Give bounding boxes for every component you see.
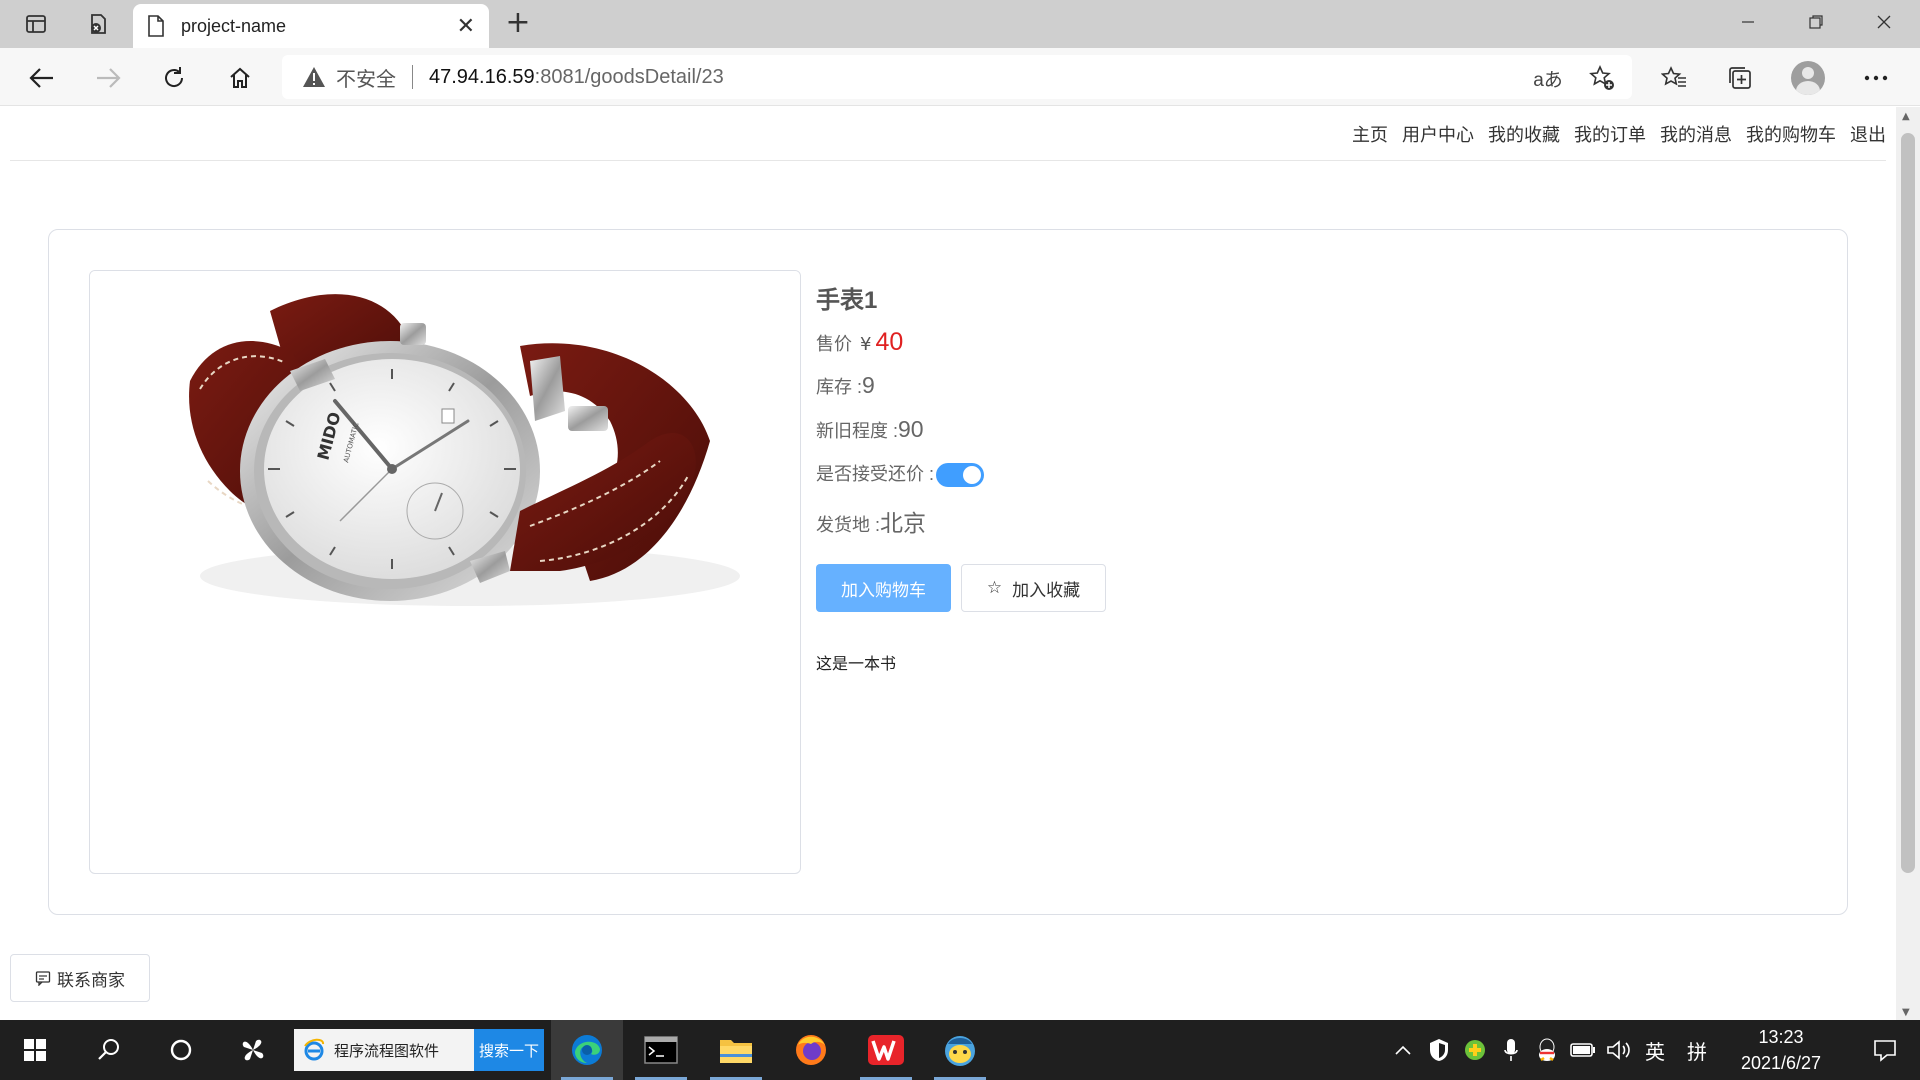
restore-button[interactable] [1782, 0, 1850, 44]
back-arrow-icon[interactable] [24, 60, 60, 96]
page-icon [148, 15, 164, 37]
forward-arrow-icon [90, 60, 126, 96]
add-to-favorites-label: 加入收藏 [1012, 580, 1081, 600]
taskbar-search-field[interactable]: 程序流程图软件 [294, 1029, 474, 1071]
product-image-watch: MIDO AUTOMATIC [90, 271, 800, 611]
pinwheel-app-icon[interactable] [218, 1020, 288, 1080]
stock-value: 9 [862, 372, 875, 398]
taskbar-search-button[interactable]: 搜索一下 [474, 1029, 544, 1071]
profile-avatar[interactable] [1790, 60, 1826, 96]
star-icon: ☆ [986, 578, 1003, 597]
clock-time: 13:23 [1758, 1027, 1804, 1047]
tab-title: project-name [181, 15, 287, 36]
product-title: 手表1 [816, 287, 878, 314]
origin-value: 北京 [880, 510, 927, 536]
action-buttons: 加入购物车 ☆ 加入收藏 [816, 564, 1516, 612]
bargain-row: 是否接受还价 : [816, 460, 1516, 490]
nav-home[interactable]: 主页 [1352, 121, 1388, 147]
scroll-down-icon[interactable]: ▼ [1902, 1007, 1910, 1018]
tab-actions-icon[interactable] [18, 8, 54, 40]
read-aloud-icon[interactable]: aあ [1530, 60, 1566, 96]
notification-center-icon[interactable] [1850, 1020, 1920, 1080]
security-shield-icon[interactable] [1424, 1020, 1454, 1080]
nav-logout[interactable]: 退出 [1850, 121, 1886, 147]
insecure-label[interactable]: 不安全 [336, 63, 396, 92]
bargain-toggle[interactable] [936, 463, 985, 487]
message-icon [35, 970, 51, 986]
add-favorite-icon[interactable] [1584, 60, 1620, 96]
scroll-up-icon[interactable]: ▲ [1902, 111, 1910, 122]
new-tab-button[interactable]: + [500, 6, 536, 42]
cortana-icon[interactable] [146, 1020, 216, 1080]
battery-icon[interactable] [1568, 1020, 1598, 1080]
taskbar-clock[interactable]: 13:23 2021/6/27 [1716, 1020, 1846, 1080]
tab-project-name[interactable]: project-name ✕ [133, 4, 489, 48]
nav-my-messages[interactable]: 我的消息 [1660, 121, 1732, 147]
taskbar-search-text: 程序流程图软件 [334, 1042, 440, 1060]
home-icon[interactable] [222, 60, 258, 96]
product-detail-card: MIDO AUTOMATIC 手表1 售价 ¥ 40 库存 : 9 新旧程度 :… [48, 229, 1848, 915]
stock-row: 库存 : 9 [816, 372, 1516, 402]
url-path: :8081/goodsDetail/23 [534, 65, 724, 88]
url-separator [412, 65, 413, 89]
contact-seller-button[interactable]: 联系商家 [10, 954, 150, 1002]
price-label: 售价 [816, 334, 852, 354]
minimize-button[interactable] [1714, 0, 1782, 44]
ime-language-indicator[interactable]: 英 [1638, 1020, 1672, 1080]
volume-icon[interactable] [1604, 1020, 1634, 1080]
ime-mode-indicator[interactable]: 拼 [1680, 1020, 1714, 1080]
collections-icon[interactable] [1722, 60, 1758, 96]
cartoon-app-icon[interactable] [924, 1020, 996, 1080]
clock-date: 2021/6/27 [1740, 1053, 1822, 1073]
origin-label: 发货地 : [816, 515, 881, 535]
firefox-icon[interactable] [775, 1020, 847, 1080]
windows-taskbar: 程序流程图软件 搜索一下 英 拼 13:23 2021/6/27 [0, 1020, 1920, 1080]
price-row: 售价 ¥ 40 [816, 328, 1516, 358]
add-to-cart-button[interactable]: 加入购物车 [816, 564, 951, 612]
bargain-label: 是否接受还价 : [816, 464, 935, 484]
file-explorer-icon[interactable] [700, 1020, 772, 1080]
origin-row: 发货地 : 北京 [816, 504, 1516, 536]
terminal-icon[interactable] [625, 1020, 697, 1080]
stock-label: 库存 : [816, 377, 863, 397]
refresh-icon[interactable] [156, 60, 192, 96]
more-options-icon[interactable] [1858, 60, 1894, 96]
address-bar-row: 不安全 47.94.16.59:8081/goodsDetail/23 aあ [0, 48, 1920, 106]
microphone-icon[interactable] [1496, 1020, 1526, 1080]
product-description: 这是一本书 [816, 656, 897, 673]
green-plus-tray-icon[interactable] [1460, 1020, 1490, 1080]
condition-label: 新旧程度 : [816, 421, 899, 441]
product-image-frame: MIDO AUTOMATIC [89, 270, 801, 874]
page-scrollbar[interactable]: ▲ ▼ [1896, 107, 1920, 1020]
scrollbar-thumb[interactable] [1901, 133, 1915, 873]
edge-browser-icon[interactable] [551, 1020, 623, 1080]
product-info: 手表1 售价 ¥ 40 库存 : 9 新旧程度 : 90 是否接受还价 : 发货… [816, 280, 1516, 674]
condition-value: 90 [898, 416, 924, 442]
show-hidden-icons-chevron-icon[interactable] [1390, 1020, 1416, 1080]
start-windows-icon[interactable] [0, 1020, 70, 1080]
wps-office-icon[interactable] [850, 1020, 922, 1080]
currency-symbol: ¥ [860, 334, 872, 355]
favorites-icon[interactable] [1656, 60, 1692, 96]
search-icon[interactable] [74, 1020, 144, 1080]
ie-icon [304, 1038, 324, 1061]
price-value: 40 [875, 328, 904, 356]
nav-my-cart[interactable]: 我的购物车 [1746, 121, 1836, 147]
condition-row: 新旧程度 : 90 [816, 416, 1516, 446]
url-field[interactable]: 不安全 47.94.16.59:8081/goodsDetail/23 [282, 55, 1632, 99]
browser-tab-bar: project-name ✕ + [0, 0, 1920, 48]
close-tab-icon[interactable]: ✕ [457, 14, 475, 39]
url-host: 47.94.16.59 [429, 65, 535, 88]
tracking-prevention-icon[interactable] [80, 8, 116, 40]
warning-icon[interactable] [302, 66, 326, 88]
nav-user-center[interactable]: 用户中心 [1402, 121, 1474, 147]
nav-my-favorites[interactable]: 我的收藏 [1488, 121, 1560, 147]
close-window-button[interactable] [1850, 0, 1918, 44]
top-navigation: 主页 用户中心 我的收藏 我的订单 我的消息 我的购物车 退出 [10, 107, 1886, 161]
contact-seller-label: 联系商家 [57, 970, 125, 990]
nav-my-orders[interactable]: 我的订单 [1574, 121, 1646, 147]
add-to-favorites-button[interactable]: ☆ 加入收藏 [961, 564, 1106, 612]
qq-penguin-icon[interactable] [1532, 1020, 1562, 1080]
